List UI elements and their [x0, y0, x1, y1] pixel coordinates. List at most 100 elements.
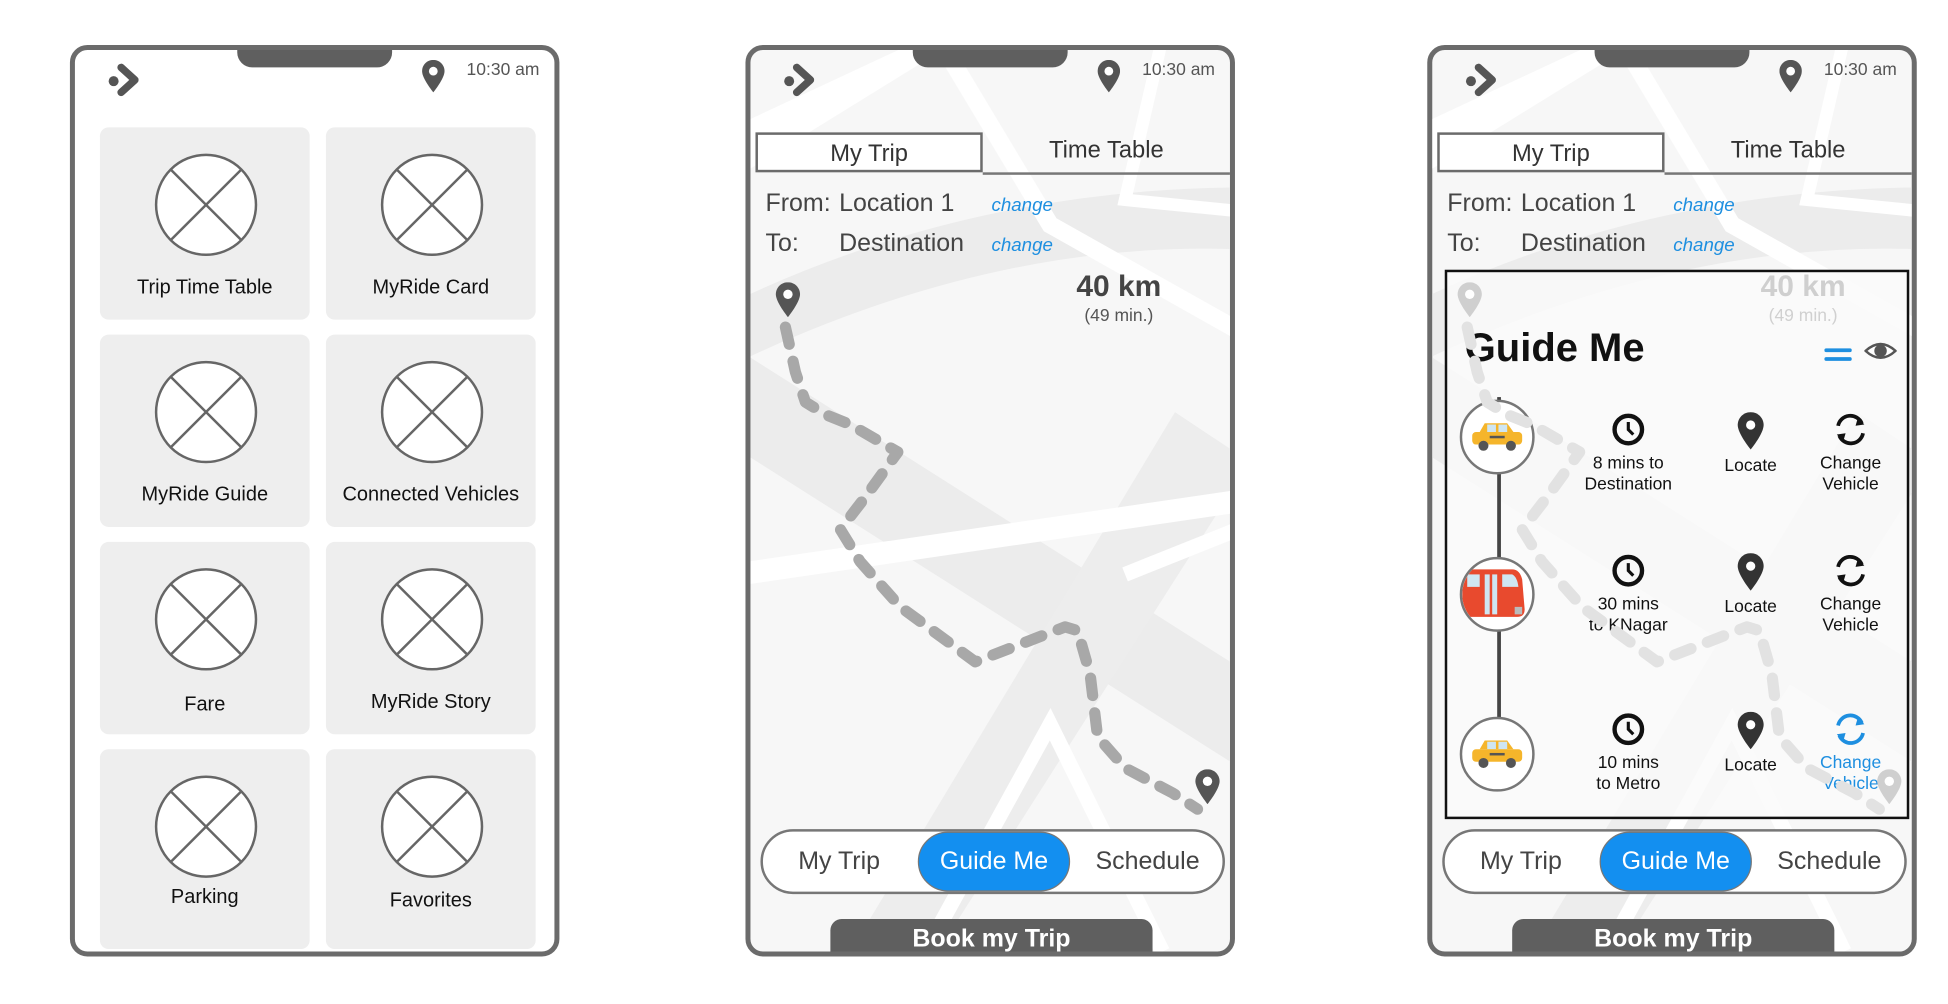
placeholder-image-icon	[154, 775, 258, 878]
tile-favorites[interactable]: Favorites	[325, 749, 536, 950]
clock-icon	[1612, 713, 1645, 746]
origin-pin-icon[interactable]	[775, 282, 801, 318]
app-logo-icon	[1465, 63, 1496, 97]
placeholder-image-icon	[380, 568, 484, 671]
tile-parking[interactable]: Parking	[99, 749, 310, 950]
phone-notch	[237, 49, 393, 68]
vehicle-taxi[interactable]	[1459, 716, 1535, 792]
refresh-icon	[1836, 713, 1865, 745]
change-from-link[interactable]: change	[991, 195, 1052, 216]
from-row: From: Location 1 change	[1447, 189, 1734, 219]
tab-time-table[interactable]: Time Table	[982, 132, 1230, 175]
change-vehicle-button[interactable]: Change Vehicle	[1794, 412, 1906, 494]
clock-icon	[1612, 413, 1645, 446]
book-my-trip-button[interactable]: Book my Trip	[830, 919, 1153, 952]
duration-value: (49 min.)	[1084, 304, 1154, 325]
locate-label: Locate	[1724, 754, 1777, 775]
tile-label: Fare	[184, 694, 226, 716]
segment-schedule[interactable]: Schedule	[1757, 832, 1902, 892]
tile-label: Parking	[170, 886, 239, 908]
placeholder-image-icon	[154, 153, 258, 256]
refresh-icon	[1836, 554, 1865, 587]
segment-schedule[interactable]: Schedule	[1075, 832, 1220, 892]
placeholder-image-icon	[154, 568, 258, 671]
locate-button[interactable]: Locate	[1694, 553, 1806, 617]
trip-distance: 40 km (49 min.)	[1728, 270, 1878, 325]
phone-trip-map: 10:30 am My Trip Time Table From: Locati…	[745, 44, 1235, 957]
from-row: From: Location 1 change	[765, 189, 1052, 219]
tile-trip-time-table[interactable]: Trip Time Table	[99, 127, 310, 320]
from-value: Location 1	[1520, 189, 1637, 218]
distance-value: 40 km	[1076, 269, 1162, 304]
leg-time: 10 mins to Metro	[1572, 712, 1684, 794]
leg-time-text: to Metro	[1596, 772, 1661, 793]
tab-my-trip[interactable]: My Trip	[1437, 132, 1665, 173]
taxi-icon	[1472, 423, 1523, 451]
change-from-link[interactable]: change	[1673, 195, 1734, 216]
route-path	[779, 321, 1204, 815]
leg-time-text: 30 mins	[1597, 593, 1659, 614]
to-row: To: Destination change	[1447, 229, 1734, 259]
tile-label: Favorites	[389, 890, 472, 912]
to-label: To:	[1447, 229, 1481, 258]
change-to-link[interactable]: change	[991, 235, 1052, 256]
placeholder-image-icon	[380, 153, 484, 256]
change-to-link[interactable]: change	[1673, 235, 1734, 256]
destination-pin-icon	[1877, 769, 1902, 805]
change-vehicle-button[interactable]: Change Vehicle	[1794, 553, 1906, 635]
origin-pin-icon	[1457, 282, 1482, 318]
menu-icon[interactable]	[1824, 347, 1852, 362]
location-pin-icon[interactable]	[1097, 59, 1121, 93]
distance-value: 40 km	[1760, 269, 1846, 304]
segment-guide-me[interactable]: Guide Me	[917, 831, 1071, 892]
to-row: To: Destination change	[765, 229, 1052, 259]
duration-value: (49 min.)	[1768, 304, 1838, 325]
placeholder-image-icon	[380, 775, 484, 878]
trip-tabs: My Trip Time Table	[755, 132, 1230, 175]
location-pin-icon[interactable]	[422, 59, 445, 93]
to-label: To:	[765, 229, 799, 258]
phone-notch	[1594, 49, 1750, 68]
leg-time-text: 10 mins	[1597, 751, 1659, 772]
status-time: 10:30 am	[466, 58, 540, 79]
app-logo-icon	[108, 63, 139, 97]
locate-button[interactable]: Locate	[1694, 412, 1806, 476]
segment-my-trip[interactable]: My Trip	[1452, 832, 1589, 892]
change-vehicle-label: Vehicle	[1822, 614, 1879, 635]
trip-distance: 40 km (49 min.)	[1044, 270, 1194, 325]
tab-time-table[interactable]: Time Table	[1664, 132, 1912, 175]
tile-myride-card[interactable]: MyRide Card	[325, 127, 536, 320]
eye-icon[interactable]	[1864, 337, 1897, 364]
segment-my-trip[interactable]: My Trip	[770, 832, 907, 892]
tab-my-trip[interactable]: My Trip	[755, 132, 983, 173]
book-my-trip-button[interactable]: Book my Trip	[1512, 919, 1835, 952]
placeholder-image-icon	[154, 360, 258, 464]
segment-guide-me[interactable]: Guide Me	[1599, 831, 1752, 892]
app-logo-icon	[784, 63, 815, 97]
tile-fare[interactable]: Fare	[99, 541, 310, 735]
from-label: From:	[765, 189, 831, 218]
to-value: Destination	[839, 229, 965, 258]
view-segmented-control: My Trip Guide Me Schedule	[760, 829, 1225, 895]
vehicle-taxi[interactable]	[1459, 399, 1535, 475]
locate-pin-icon	[1737, 553, 1764, 591]
view-segmented-control: My Trip Guide Me Schedule	[1442, 829, 1907, 895]
locate-button[interactable]: Locate	[1694, 711, 1806, 776]
bus-icon	[1462, 569, 1525, 617]
from-label: From:	[1447, 189, 1513, 218]
locate-pin-icon	[1737, 711, 1764, 750]
location-pin-icon[interactable]	[1779, 59, 1802, 93]
phone-guide-me: 10:30 am My Trip Time Table From: Locati…	[1427, 44, 1917, 957]
tile-connected-vehicles[interactable]: Connected Vehicles	[325, 334, 536, 527]
tile-label: MyRide Story	[370, 691, 491, 714]
status-time: 10:30 am	[1142, 58, 1215, 79]
clock-icon	[1612, 554, 1645, 587]
change-vehicle-label: Change	[1819, 593, 1882, 614]
change-vehicle-label: Vehicle	[1822, 473, 1879, 494]
locate-label: Locate	[1724, 595, 1777, 616]
tile-myride-guide[interactable]: MyRide Guide	[99, 334, 310, 527]
to-value: Destination	[1520, 229, 1646, 258]
tile-myride-story[interactable]: MyRide Story	[325, 541, 536, 735]
vehicle-bus[interactable]	[1459, 556, 1535, 632]
destination-pin-icon[interactable]	[1195, 769, 1220, 805]
